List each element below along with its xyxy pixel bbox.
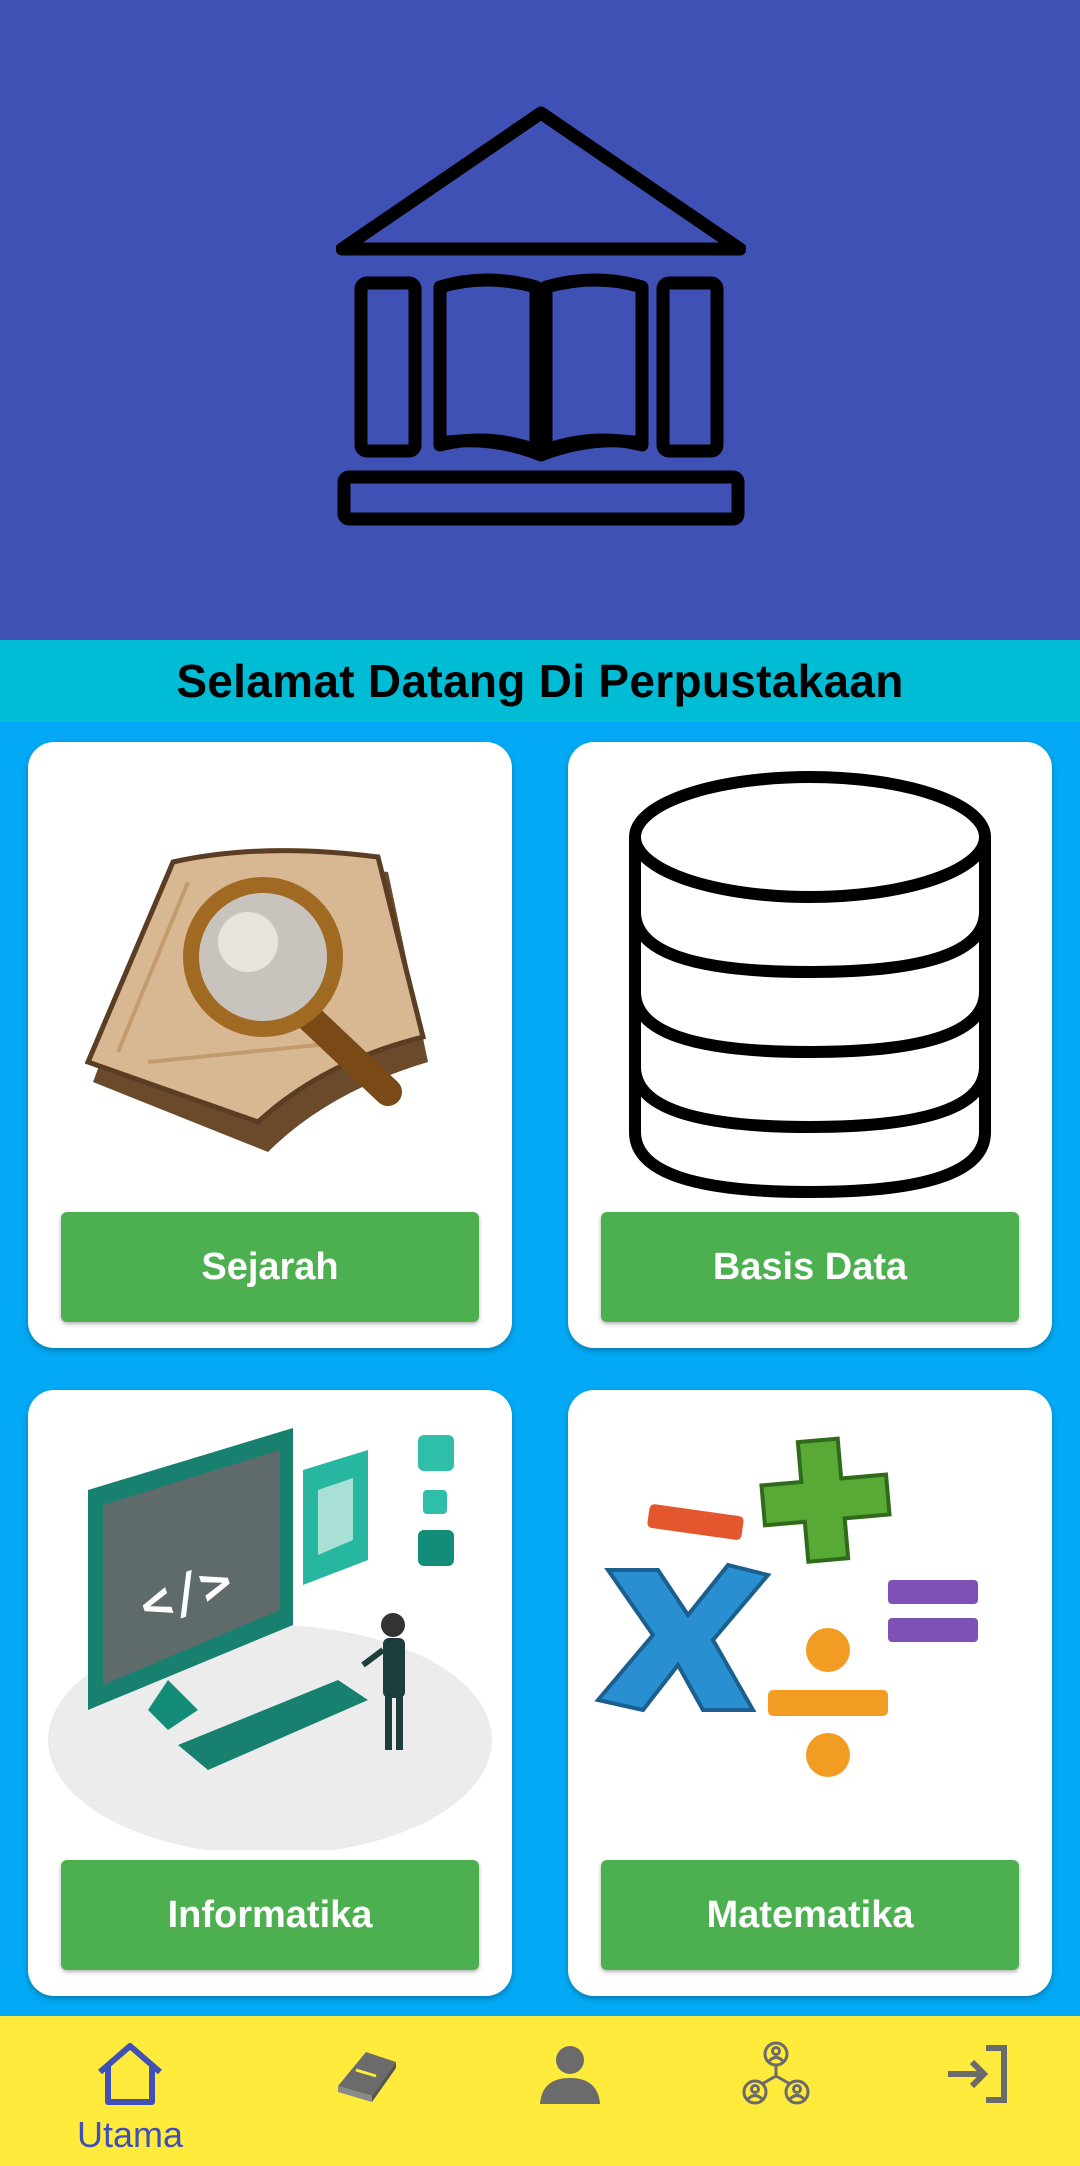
matematika-button[interactable]: Matematika	[601, 1860, 1019, 1970]
nav-item-books[interactable]	[258, 2016, 474, 2166]
category-card-informatika[interactable]: </> Informatika	[28, 1390, 512, 1996]
category-card-matematika[interactable]: Matematika	[568, 1390, 1052, 1996]
person-icon	[540, 2046, 600, 2104]
book-icon	[338, 2052, 396, 2102]
magnifier-scroll-icon	[84, 848, 428, 1152]
nav-item-profile[interactable]	[462, 2016, 678, 2166]
category-card-sejarah[interactable]: Sejarah	[28, 742, 512, 1348]
bottom-navigation: Utama	[0, 2016, 1080, 2166]
logout-icon	[948, 2045, 1007, 2103]
basis-data-button[interactable]: Basis Data	[601, 1212, 1019, 1322]
welcome-banner: Selamat Datang Di Perpustakaan	[0, 640, 1080, 722]
group-icon	[742, 2041, 810, 2105]
library-icon	[336, 106, 746, 526]
category-card-basis-data[interactable]: Basis Data	[568, 742, 1052, 1348]
database-icon	[629, 771, 991, 1199]
nav-item-utama[interactable]: Utama	[22, 2016, 238, 2166]
welcome-text: Selamat Datang Di Perpustakaan	[176, 655, 904, 707]
nav-item-community[interactable]	[668, 2016, 884, 2166]
nav-item-logout[interactable]	[870, 2016, 1080, 2166]
sejarah-button[interactable]: Sejarah	[61, 1212, 479, 1322]
math-operators-icon	[594, 1436, 978, 1777]
informatika-button[interactable]: Informatika	[61, 1860, 479, 1970]
nav-label-utama: Utama	[76, 2114, 184, 2155]
computer-code-icon: </>	[48, 1428, 492, 1850]
home-icon	[98, 2043, 162, 2105]
header-banner	[0, 0, 1080, 640]
